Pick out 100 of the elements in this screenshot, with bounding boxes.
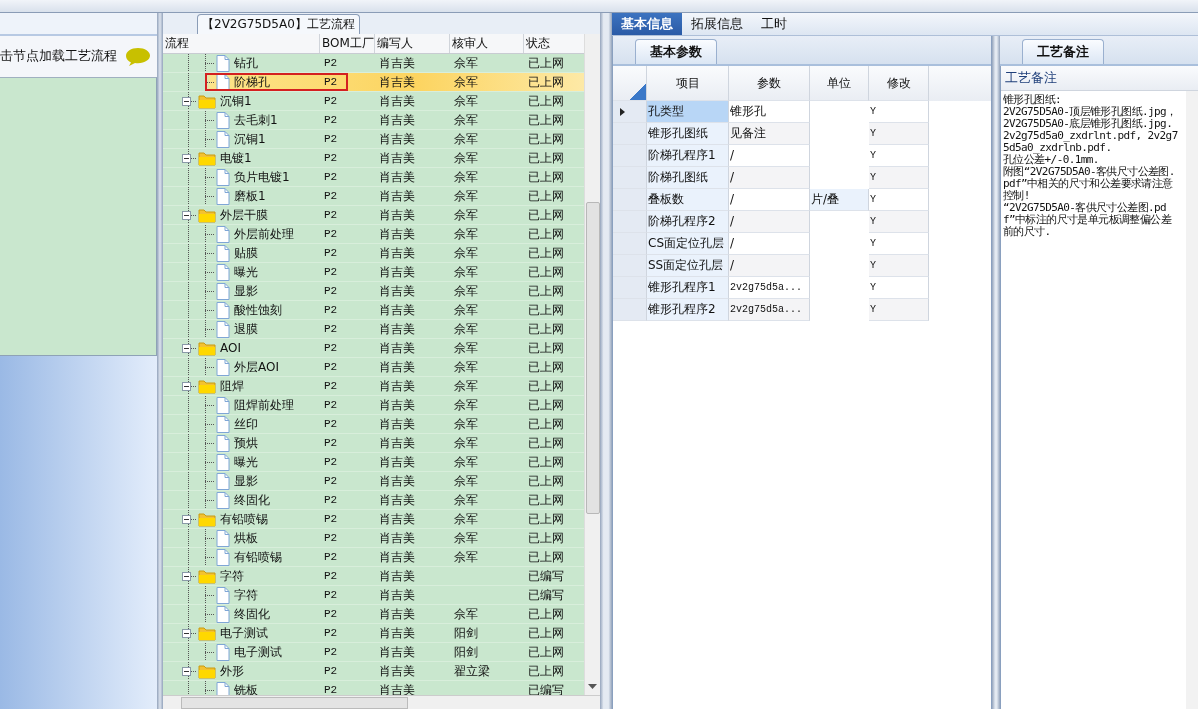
table-cell-text: 已上网 <box>527 321 565 338</box>
tree-row[interactable]: 终固化 P2 肖吉美 佘军 已上网 <box>163 605 585 624</box>
document-icon <box>216 396 230 414</box>
table-cell-text: 已上网 <box>527 93 565 110</box>
table-cell-text: 已上网 <box>527 511 565 528</box>
step-name: 外层干膜 <box>220 207 268 224</box>
tree-row[interactable]: 外形 P2 肖吉美 翟立梁 已上网 <box>163 662 585 681</box>
tree-row[interactable]: 阻焊 P2 肖吉美 佘军 已上网 <box>163 377 585 396</box>
column-header[interactable]: 修改 <box>869 66 929 101</box>
tree-row[interactable]: 预烘 P2 肖吉美 佘军 已上网 <box>163 434 585 453</box>
column-header[interactable]: 编写人 <box>375 34 450 53</box>
document-icon <box>216 130 230 148</box>
table-cell: Y <box>869 211 929 233</box>
table-cell: CS面定位孔层 <box>647 233 729 255</box>
table-cell-text: 肖吉美 <box>378 606 416 623</box>
scroll-down-arrow-icon[interactable] <box>588 684 598 689</box>
table-cell-text: 肖吉美 <box>378 568 416 585</box>
table-cell-text: 已上网 <box>527 644 565 661</box>
document-icon <box>216 168 230 186</box>
column-header[interactable]: 工艺备注 <box>1005 69 1057 87</box>
tab[interactable]: 工艺备注 <box>1022 39 1104 64</box>
tree-row[interactable]: 磨板1 P2 肖吉美 佘军 已上网 <box>163 187 585 206</box>
notes-text[interactable]: 锥形孔图纸: 2V2G75D5A0-顶层锥形孔图纸.jpg，2V2G75D5A0-底层锥形孔图纸.jpg. 2v2g75d5a0_zxdrlnt.pdf, 2v2g75d5a0_zxdrlnb.pdf. 孔位公差+/-0.1mm. 附图“2V2G75D5A0-客供尺寸公差图.pdf”中相关的尺寸和公差要求请注意控制! “2V2G75D5A0-客供尺寸公差图.pdf”中标注的尺寸是单元板调整偏公差前的尺寸. <box>1001 91 1181 709</box>
column-header[interactable]: 单位 <box>810 66 869 101</box>
collapse-icon[interactable] <box>182 210 191 220</box>
tab[interactable]: 拓展信息 <box>682 13 752 35</box>
tree-row[interactable]: 电子测试 P2 肖吉美 阳剑 已上网 <box>163 624 585 643</box>
tree-row[interactable]: 字符 P2 肖吉美 已编写 <box>163 567 585 586</box>
tree-row[interactable]: 显影 P2 肖吉美 佘军 已上网 <box>163 472 585 491</box>
step-name: 退膜 <box>234 321 258 338</box>
tree-row[interactable]: 外层前处理 P2 肖吉美 佘军 已上网 <box>163 225 585 244</box>
tree-row[interactable]: 终固化 P2 肖吉美 佘军 已上网 <box>163 491 585 510</box>
collapse-icon[interactable] <box>182 343 191 353</box>
tree-row[interactable]: AOI P2 肖吉美 佘军 已上网 <box>163 339 585 358</box>
tree-row[interactable]: 字符 P2 肖吉美 已编写 <box>163 586 585 605</box>
table-cell-text: 肖吉美 <box>378 435 416 452</box>
tree-row[interactable]: 退膜 P2 肖吉美 佘军 已上网 <box>163 320 585 339</box>
tab[interactable]: 基本参数 <box>635 39 717 64</box>
tree-row[interactable]: 有铅喷锡 P2 肖吉美 佘军 已上网 <box>163 510 585 529</box>
column-header[interactable]: 流程 <box>163 34 320 53</box>
column-header[interactable]: 核审人 <box>450 34 524 53</box>
tree-row[interactable]: 酸性蚀刻 P2 肖吉美 佘军 已上网 <box>163 301 585 320</box>
tree-row[interactable]: 烘板 P2 肖吉美 佘军 已上网 <box>163 529 585 548</box>
table-cell-text: P2 <box>323 94 339 109</box>
tree-row[interactable]: 外层AOI P2 肖吉美 佘军 已上网 <box>163 358 585 377</box>
table-cell-text: P2 <box>323 436 339 451</box>
table-cell-text: P2 <box>323 493 339 508</box>
tree-row[interactable]: 沉铜1 P2 肖吉美 佘军 已上网 <box>163 130 585 149</box>
step-name: 电子测试 <box>234 644 282 661</box>
step-name: 显影 <box>234 473 258 490</box>
splitter-bar[interactable] <box>992 36 1000 709</box>
tree-row[interactable]: 贴膜 P2 肖吉美 佘军 已上网 <box>163 244 585 263</box>
splitter-bar[interactable] <box>157 13 163 709</box>
tree-row[interactable]: 去毛刺1 P2 肖吉美 佘军 已上网 <box>163 111 585 130</box>
tree-row[interactable]: 电镀1 P2 肖吉美 佘军 已上网 <box>163 149 585 168</box>
document-icon <box>216 586 230 604</box>
collapse-icon[interactable] <box>182 571 191 581</box>
step-name: 阶梯孔 <box>234 74 270 91</box>
tab[interactable]: 基本信息 <box>612 13 682 35</box>
table-cell-text: 已上网 <box>527 131 565 148</box>
column-header[interactable]: 参数 <box>729 66 810 101</box>
document-icon <box>216 491 230 509</box>
collapse-icon[interactable] <box>182 96 191 106</box>
tree-row[interactable]: 丝印 P2 肖吉美 佘军 已上网 <box>163 415 585 434</box>
table-cell-text: 已上网 <box>527 663 565 680</box>
table-cell: 2v2g75d5a... <box>729 299 810 321</box>
table-cell-text: 肖吉美 <box>378 74 416 91</box>
collapse-icon[interactable] <box>182 666 191 676</box>
table-cell: 阶梯孔程序2 <box>647 211 729 233</box>
table-cell: SS面定位孔层 <box>647 255 729 277</box>
tree-row[interactable]: 显影 P2 肖吉美 佘军 已上网 <box>163 282 585 301</box>
collapse-icon[interactable] <box>182 381 191 391</box>
tree-row[interactable]: 钻孔 P2 肖吉美 佘军 已上网 <box>163 54 585 73</box>
tree-row[interactable]: 有铅喷锡 P2 肖吉美 佘军 已上网 <box>163 548 585 567</box>
table-cell-text: P2 <box>323 132 339 147</box>
tab[interactable]: 工时 <box>752 13 796 35</box>
collapse-icon[interactable] <box>182 153 191 163</box>
step-name: 阻焊前处理 <box>234 397 294 414</box>
tree-row[interactable]: 沉铜1 P2 肖吉美 佘军 已上网 <box>163 92 585 111</box>
collapse-icon[interactable] <box>182 514 191 524</box>
table-cell-text: 佘军 <box>453 302 479 319</box>
tree-row[interactable]: 阶梯孔 P2 肖吉美 佘军 已上网 <box>163 73 585 92</box>
tree-row[interactable]: 阻焊前处理 P2 肖吉美 佘军 已上网 <box>163 396 585 415</box>
horizontal-scrollbar[interactable] <box>163 695 600 709</box>
table-cell-text: 肖吉美 <box>378 245 416 262</box>
tree-row[interactable]: 外层干膜 P2 肖吉美 佘军 已上网 <box>163 206 585 225</box>
tree-row[interactable]: 电子测试 P2 肖吉美 阳剑 已上网 <box>163 643 585 662</box>
row-header[interactable] <box>613 101 647 123</box>
table-cell: 阶梯孔图纸 <box>647 167 729 189</box>
tree-row[interactable]: 曝光 P2 肖吉美 佘军 已上网 <box>163 263 585 282</box>
vertical-scrollbar[interactable] <box>1186 91 1198 709</box>
table-cell-text: P2 <box>323 550 339 565</box>
vertical-scrollbar[interactable] <box>584 34 600 695</box>
tree-row[interactable]: 负片电镀1 P2 肖吉美 佘军 已上网 <box>163 168 585 187</box>
table-cell-text: P2 <box>323 341 339 356</box>
collapse-icon[interactable] <box>182 628 191 638</box>
step-name: 预烘 <box>234 435 258 452</box>
table-cell-text: P2 <box>323 208 339 223</box>
column-header[interactable]: BOM工厂 <box>320 34 375 53</box>
tree-row[interactable]: 曝光 P2 肖吉美 佘军 已上网 <box>163 453 585 472</box>
